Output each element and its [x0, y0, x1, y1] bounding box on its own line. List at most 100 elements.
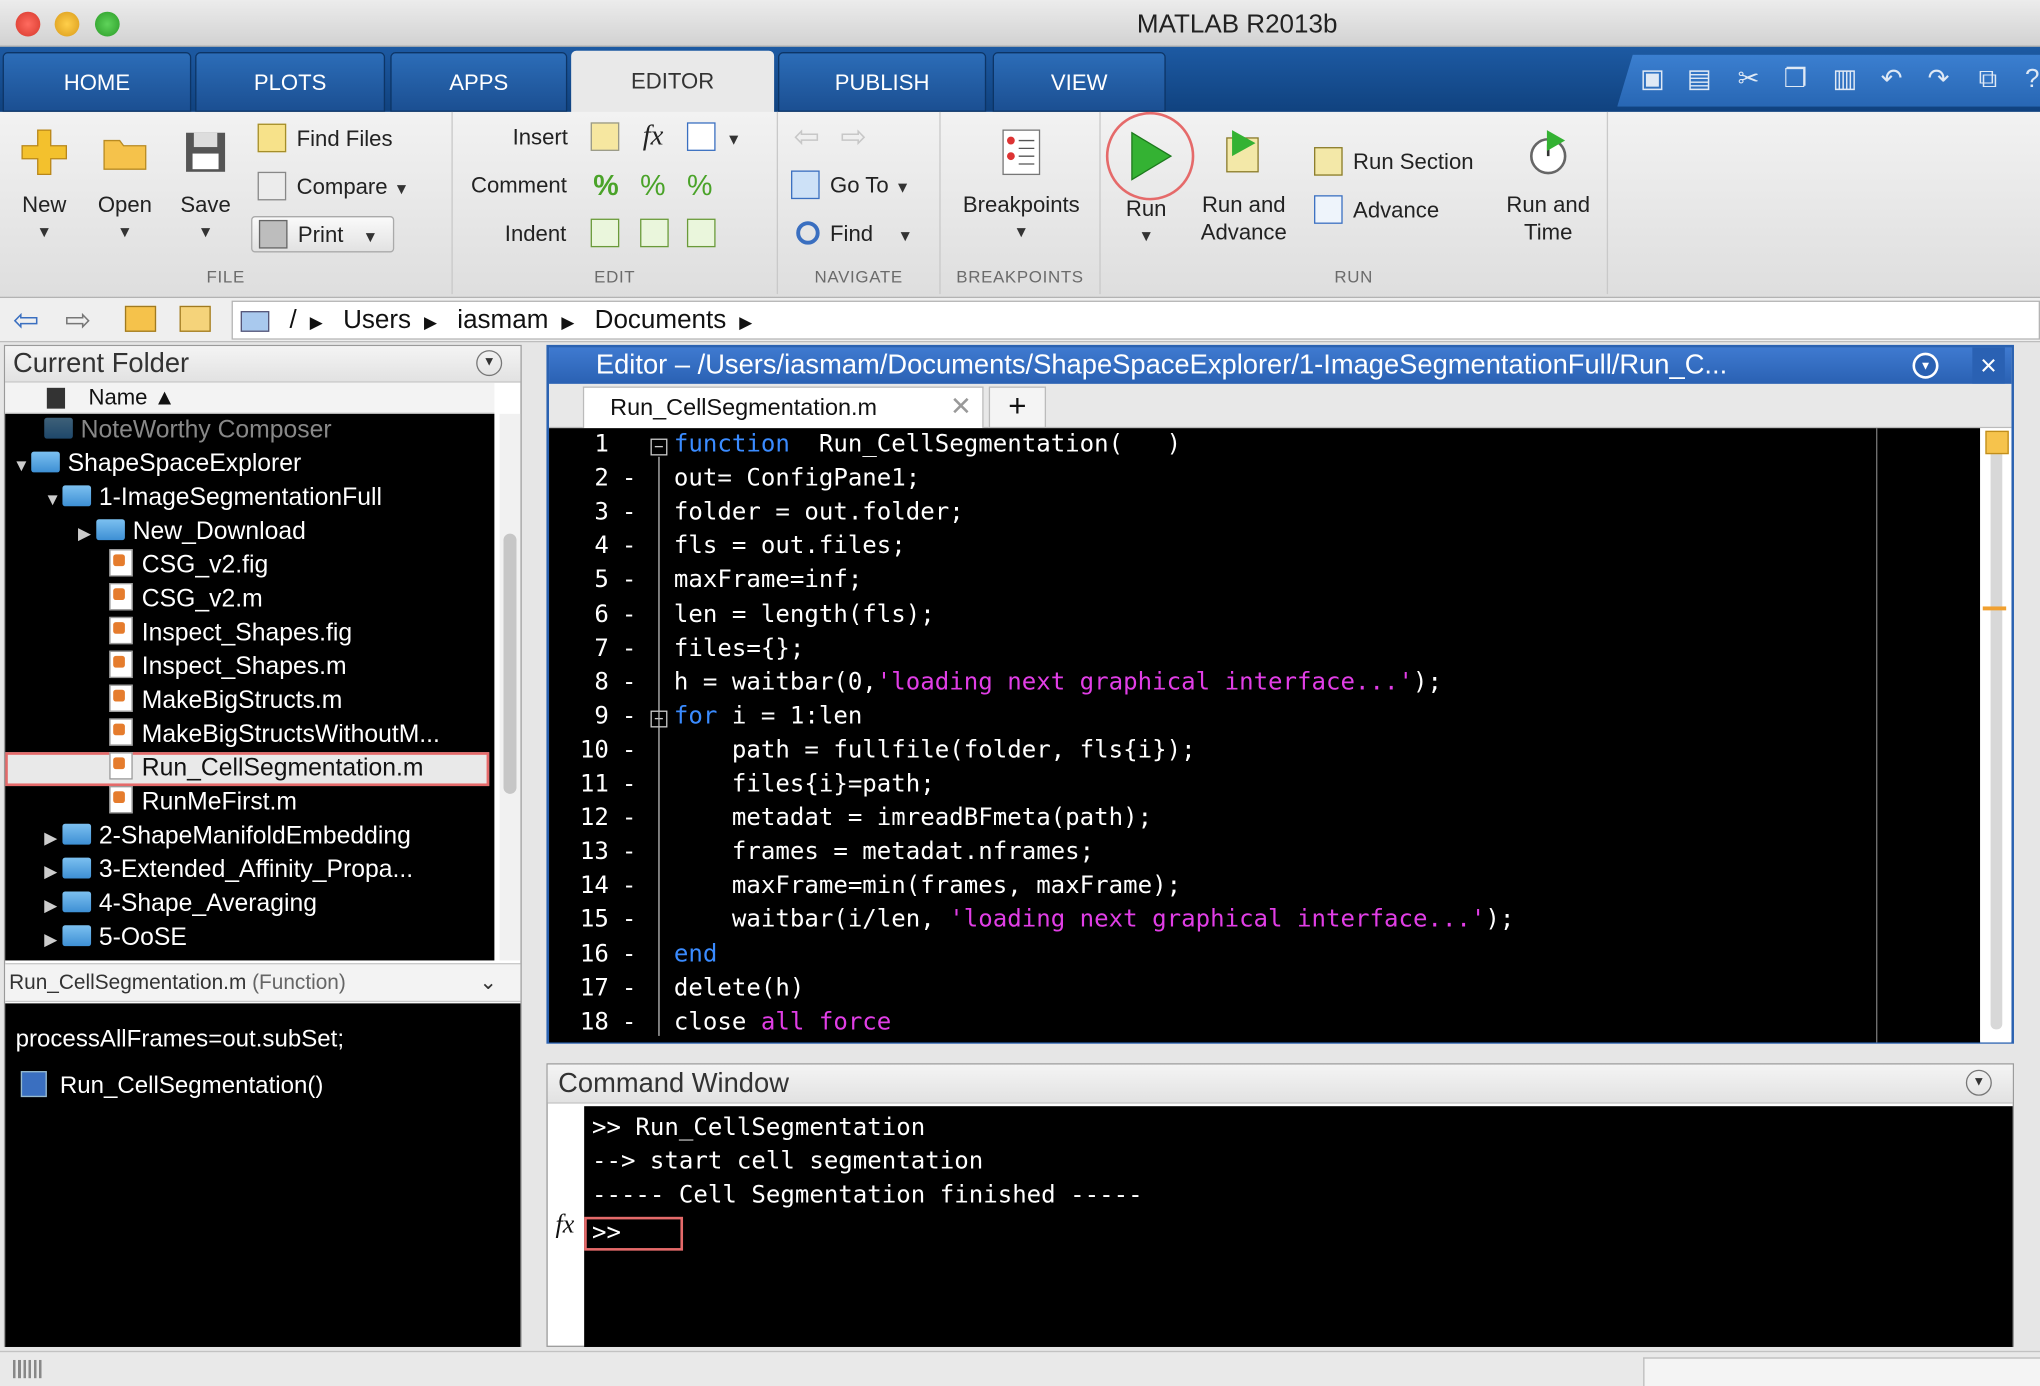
list-item[interactable]: NoteWorthy Composer: [44, 414, 332, 448]
expand-arrow-icon[interactable]: ▼: [13, 449, 31, 483]
list-item[interactable]: Inspect_Shapes.m: [109, 651, 347, 685]
up-folder-icon[interactable]: [124, 305, 157, 332]
code-analyzer-warning-icon[interactable]: [1985, 430, 2009, 455]
comment-icon[interactable]: %: [593, 168, 618, 204]
browse-folder-icon[interactable]: [179, 305, 211, 332]
breakpoint-marker[interactable]: -: [622, 702, 636, 729]
insert-fi-button[interactable]: ▼: [686, 120, 741, 156]
editor-scrollbar-thumb[interactable]: [1990, 443, 2003, 1030]
expand-arrow-icon[interactable]: ▶: [44, 923, 62, 957]
breakpoint-marker[interactable]: -: [622, 635, 636, 662]
open-button[interactable]: Open ▼: [88, 128, 161, 246]
back-arrow-icon[interactable]: ⇦: [13, 302, 39, 340]
breakpoint-marker[interactable]: -: [622, 465, 636, 492]
path-root[interactable]: /: [290, 306, 297, 335]
breakpoint-marker[interactable]: -: [622, 940, 636, 967]
expand-arrow-icon[interactable]: ▶: [78, 517, 96, 551]
redo-icon[interactable]: ↷: [1922, 62, 1956, 96]
breakpoint-marker[interactable]: -: [622, 499, 636, 526]
function-browser-button[interactable]: fx: [556, 1210, 575, 1240]
list-item[interactable]: RunMeFirst.m: [109, 786, 297, 820]
list-item[interactable]: ▶ 4-Shape_Averaging: [44, 888, 317, 922]
panel-actions-icon[interactable]: ▼: [1912, 352, 1939, 379]
tab-plots[interactable]: PLOTS: [195, 52, 386, 112]
breakpoint-marker[interactable]: -: [622, 974, 636, 1001]
list-item[interactable]: ▼ 1-ImageSegmentationFull: [44, 482, 382, 516]
warning-marker[interactable]: [1982, 606, 2007, 611]
breakpoint-marker[interactable]: -: [622, 1008, 636, 1035]
list-item[interactable]: CSG_v2.fig: [109, 549, 268, 583]
find-files-button[interactable]: Find Files: [257, 121, 393, 157]
decrease-indent-button[interactable]: [686, 216, 726, 252]
forward-icon[interactable]: ⇨: [840, 120, 866, 156]
breakpoint-marker[interactable]: -: [622, 804, 636, 831]
tab-apps[interactable]: APPS: [390, 52, 568, 112]
run-section-button[interactable]: Run Section: [1314, 144, 1474, 180]
chevron-down-icon[interactable]: ⌄: [480, 964, 497, 1003]
compare-button[interactable]: Compare ▼: [257, 169, 409, 205]
breakpoint-marker[interactable]: -: [622, 669, 636, 696]
panel-actions-icon[interactable]: ▼: [1965, 1069, 1992, 1096]
editor-tab-file[interactable]: Run_CellSegmentation.m ✕: [582, 386, 984, 429]
breakpoint-marker[interactable]: -: [622, 736, 636, 763]
tab-publish[interactable]: PUBLISH: [778, 52, 987, 112]
breakpoint-marker[interactable]: -: [622, 533, 636, 560]
scrollbar-thumb[interactable]: [503, 533, 517, 794]
list-item-selected[interactable]: Run_CellSegmentation.m: [5, 752, 490, 787]
tab-home[interactable]: HOME: [2, 52, 192, 112]
advance-button[interactable]: Advance: [1314, 193, 1439, 229]
list-item[interactable]: ▶ 5-OoSE: [44, 921, 187, 955]
details-function[interactable]: Run_CellSegmentation(): [20, 1071, 324, 1100]
command-output[interactable]: >> Run_CellSegmentation --> start cell s…: [584, 1106, 2013, 1347]
switch-windows-icon[interactable]: ⧉: [1971, 62, 2005, 96]
breakpoint-marker[interactable]: -: [622, 601, 636, 628]
run-button[interactable]: Run ▼: [1105, 111, 1195, 250]
list-item[interactable]: MakeBigStructs.m: [109, 685, 342, 719]
code-area[interactable]: 1 function Run_CellSegmentation( ) 2- out= …: [549, 428, 1981, 1043]
new-button[interactable]: New ▼: [10, 128, 78, 246]
uncomment-icon[interactable]: %: [640, 168, 665, 204]
list-item[interactable]: ▼ ShapeSpaceExplorer: [13, 448, 301, 482]
run-and-time-button[interactable]: Run and Time: [1499, 128, 1598, 246]
expand-arrow-icon[interactable]: ▶: [44, 855, 62, 889]
path-field[interactable]: / ▶ Users ▶ iasmam ▶ Documents ▶: [231, 300, 2040, 340]
list-item[interactable]: MakeBigStructsWithoutM...: [109, 718, 440, 752]
cut-icon[interactable]: ✂: [1732, 62, 1766, 96]
increase-indent-button[interactable]: [640, 216, 679, 252]
copy-icon[interactable]: ❐: [1778, 62, 1812, 96]
breakpoint-marker[interactable]: -: [622, 838, 636, 865]
tree-scrollbar[interactable]: [499, 413, 521, 961]
details-header[interactable]: Run_CellSegmentation.m (Function) ⌄: [5, 963, 521, 1003]
save-icon[interactable]: ▤: [1682, 62, 1716, 96]
tab-editor[interactable]: EDITOR: [571, 50, 775, 114]
new-file-icon[interactable]: ▣: [1635, 62, 1669, 96]
run-and-advance-button[interactable]: Run and Advance: [1194, 128, 1293, 246]
smart-indent-button[interactable]: [590, 216, 630, 252]
expand-arrow-icon[interactable]: ▼: [44, 483, 62, 517]
wrap-comments-icon[interactable]: %: [687, 168, 712, 204]
expand-arrow-icon[interactable]: ▶: [44, 821, 62, 855]
resize-grip-icon[interactable]: [13, 1359, 42, 1379]
list-item[interactable]: ▶ 3-Extended_Affinity_Propa...: [44, 854, 413, 888]
list-item[interactable]: CSG_v2.m: [109, 583, 263, 617]
help-icon[interactable]: ?: [2015, 62, 2040, 96]
insert-section-button[interactable]: [590, 120, 630, 156]
list-item[interactable]: ▶ New_Download: [78, 515, 306, 549]
name-column-header[interactable]: Name ▲: [5, 382, 495, 414]
command-prompt[interactable]: >>: [584, 1216, 684, 1251]
breakpoints-button[interactable]: Breakpoints ▼: [951, 128, 1092, 246]
breakpoint-marker[interactable]: -: [622, 567, 636, 594]
undo-icon[interactable]: ↶: [1875, 62, 1909, 96]
save-button[interactable]: Save ▼: [172, 128, 240, 246]
list-item[interactable]: Inspect_Shapes.fig: [109, 617, 352, 651]
close-tab-icon[interactable]: ✕: [950, 388, 972, 427]
close-icon[interactable]: ×: [1972, 347, 2005, 384]
path-segment-documents[interactable]: Documents: [595, 306, 727, 335]
tab-view[interactable]: VIEW: [992, 52, 1166, 112]
expand-arrow-icon[interactable]: ▶: [44, 889, 62, 923]
paste-icon[interactable]: ▥: [1828, 62, 1862, 96]
list-item[interactable]: ▶ 2-ShapeManifoldEmbedding: [44, 820, 411, 854]
path-segment-iasmam[interactable]: iasmam: [457, 306, 548, 335]
breakpoint-marker[interactable]: -: [622, 906, 636, 933]
breakpoint-marker[interactable]: -: [622, 770, 636, 797]
